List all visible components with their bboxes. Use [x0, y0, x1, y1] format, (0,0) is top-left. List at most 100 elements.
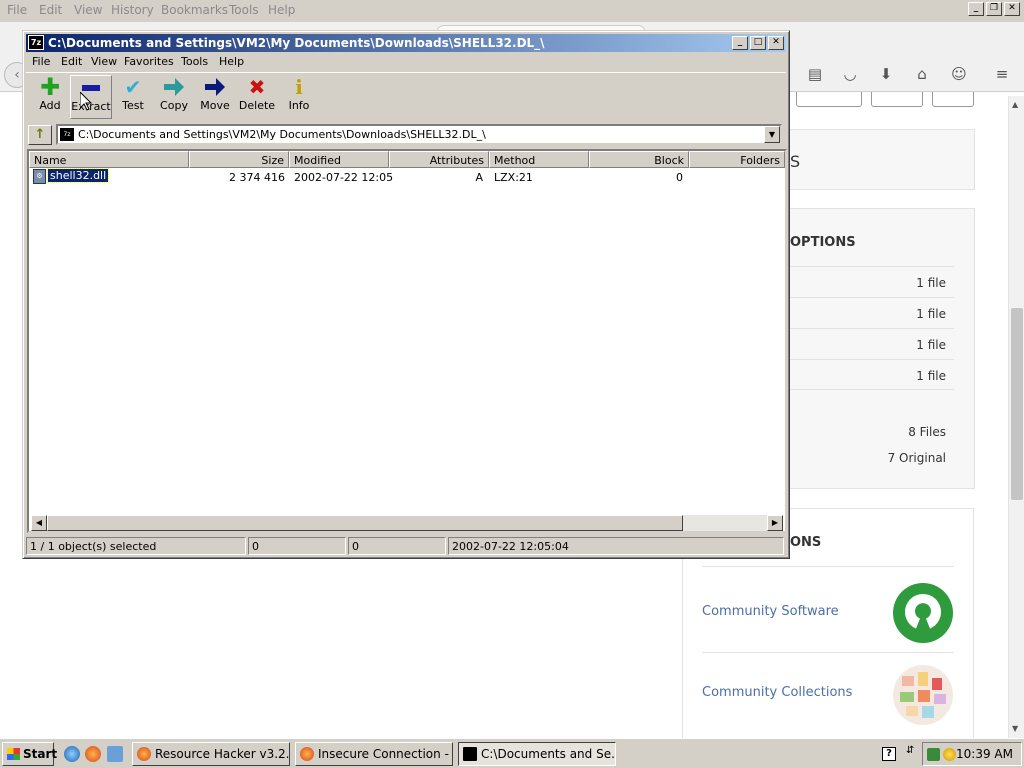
column-name[interactable]: Name — [29, 151, 189, 168]
sevenzip-toolbar: ✚ Add Extract ✔ Test Copy Move ✖ Delete … — [26, 72, 786, 120]
firefox-icon[interactable] — [85, 746, 101, 762]
page-button[interactable] — [796, 92, 862, 107]
collections-title: ONS — [790, 535, 822, 550]
copy-button[interactable]: Copy — [153, 75, 195, 119]
option-row[interactable]: 1 file — [790, 266, 954, 297]
sevenzip-window-controls: _ □ ✕ — [732, 36, 784, 50]
maximize-icon[interactable]: □ — [750, 36, 766, 50]
minimize-icon[interactable]: _ — [732, 36, 748, 50]
menu-favorites[interactable]: Favorites — [124, 55, 174, 68]
firefox-menu-edit[interactable]: Edit — [39, 3, 62, 17]
column-block[interactable]: Block — [589, 151, 689, 168]
status-bar: 1 / 1 object(s) selected 0 0 2002-07-22 … — [26, 537, 786, 555]
column-folders[interactable]: Folders — [689, 151, 785, 168]
file-list-header: Name Size Modified Attributes Method Blo… — [29, 151, 785, 168]
download-options-title: OPTIONS — [790, 235, 856, 250]
option-row[interactable]: 1 file — [790, 359, 954, 390]
restore-icon[interactable]: ❐ — [986, 2, 1002, 16]
menu-view[interactable]: View — [91, 55, 117, 68]
folder-up-icon[interactable]: ↑ — [28, 125, 52, 145]
download-icon[interactable]: ⬇ — [875, 64, 897, 84]
sevenzip-menubar: File Edit View Favorites Tools Help — [26, 53, 786, 71]
firefox-menu-tools[interactable]: Tools — [229, 3, 259, 17]
scroll-left-icon[interactable]: ◀ — [31, 515, 47, 531]
copy-label: Copy — [160, 99, 188, 112]
menu-help[interactable]: Help — [219, 55, 244, 68]
firefox-menu-bookmarks[interactable]: Bookmarks — [161, 3, 228, 17]
close-icon[interactable]: ✕ — [1004, 2, 1020, 16]
add-label: Add — [39, 99, 61, 112]
security-shield-icon[interactable] — [927, 748, 940, 761]
reader-icon[interactable]: ▤ — [804, 64, 826, 84]
column-size[interactable]: Size — [189, 151, 289, 168]
start-button[interactable]: Start — [2, 742, 57, 766]
internet-explorer-icon[interactable] — [64, 746, 80, 762]
mouse-cursor-icon — [79, 90, 93, 111]
hamburger-menu-icon[interactable]: ≡ — [991, 64, 1013, 84]
smiley-icon[interactable]: ☺ — [948, 64, 970, 84]
page-button[interactable] — [932, 92, 974, 107]
page-button[interactable] — [871, 92, 923, 107]
network-icon[interactable]: ⇵ — [906, 745, 918, 763]
task-sevenzip[interactable]: C:\Documents and Se... — [458, 742, 616, 766]
chevron-down-icon[interactable]: ▼ — [764, 126, 780, 143]
option-row[interactable]: 1 file — [790, 297, 954, 328]
firefox-menu-file[interactable]: File — [7, 3, 27, 17]
status-packed: 0 — [348, 537, 446, 555]
scroll-thumb[interactable] — [1011, 308, 1023, 500]
firefox-menubar: File Edit View History Bookmarks Tools H… — [0, 0, 1024, 22]
community-collections-link[interactable]: Community Collections — [702, 685, 852, 700]
horizontal-scrollbar[interactable]: ◀ ▶ — [31, 515, 783, 531]
column-modified[interactable]: Modified — [289, 151, 389, 168]
scroll-right-icon[interactable]: ▶ — [767, 515, 783, 531]
sevenzip-window: 7z C:\Documents and Settings\VM2\My Docu… — [22, 30, 790, 559]
community-software-link[interactable]: Community Software — [702, 604, 839, 619]
search-icon[interactable] — [943, 748, 956, 761]
move-button[interactable]: Move — [194, 75, 236, 119]
menu-file[interactable]: File — [32, 55, 50, 68]
status-modified: 2002-07-22 12:05:04 — [448, 537, 784, 555]
taskbar: Start Resource Hacker v3.2.1... Insecure… — [0, 738, 1024, 768]
add-button[interactable]: ✚ Add — [29, 75, 71, 119]
firefox-menu-help[interactable]: Help — [268, 3, 295, 17]
delete-label: Delete — [238, 99, 276, 112]
column-method[interactable]: Method — [489, 151, 589, 168]
pocket-icon[interactable]: ◡ — [839, 64, 861, 84]
option-row[interactable]: 1 file — [790, 328, 954, 359]
file-name-cell: shell32.dll — [46, 168, 110, 183]
column-attributes[interactable]: Attributes — [389, 151, 489, 168]
collections-mosaic-icon — [892, 664, 954, 726]
path-combobox[interactable]: 7z C:\Documents and Settings\VM2\My Docu… — [56, 124, 782, 145]
copy-arrow-icon — [153, 75, 195, 99]
firefox-menu-history[interactable]: History — [111, 3, 154, 17]
menu-edit[interactable]: Edit — [61, 55, 82, 68]
original-count: 7 Original — [887, 451, 946, 465]
minimize-icon[interactable]: _ — [968, 2, 984, 16]
firefox-vertical-scrollbar[interactable]: ▲ ▼ — [1008, 96, 1024, 738]
task-insecure-connection[interactable]: Insecure Connection - M... — [295, 742, 453, 766]
file-modified: 2002-07-22 12:05 — [294, 171, 394, 184]
show-desktop-icon[interactable] — [107, 746, 123, 762]
scroll-thumb[interactable] — [47, 515, 683, 531]
files-count: 8 Files — [908, 425, 946, 439]
status-size: 0 — [248, 537, 346, 555]
sevenzip-window-title: C:\Documents and Settings\VM2\My Documen… — [48, 36, 545, 50]
file-block: 0 — [676, 171, 683, 184]
home-icon[interactable]: ⌂ — [911, 64, 933, 84]
test-button[interactable]: ✔ Test — [112, 75, 154, 119]
help-icon[interactable]: ? — [882, 747, 896, 761]
info-icon: i — [295, 75, 303, 99]
firefox-icon — [137, 747, 151, 761]
firefox-menu-view[interactable]: View — [74, 3, 102, 17]
panel-heading-fragment: S — [790, 152, 801, 171]
x-icon: ✖ — [248, 75, 266, 99]
menu-tools[interactable]: Tools — [181, 55, 208, 68]
info-button[interactable]: i Info — [278, 75, 320, 119]
sevenzip-titlebar[interactable]: 7z C:\Documents and Settings\VM2\My Docu… — [26, 34, 786, 52]
close-icon[interactable]: ✕ — [768, 36, 784, 50]
task-resource-hacker[interactable]: Resource Hacker v3.2.1... — [132, 742, 290, 766]
scroll-down-icon[interactable]: ▼ — [1012, 724, 1018, 733]
file-name: shell32.dll — [46, 168, 110, 183]
scroll-up-icon[interactable]: ▲ — [1012, 100, 1018, 109]
delete-button[interactable]: ✖ Delete — [236, 75, 278, 119]
